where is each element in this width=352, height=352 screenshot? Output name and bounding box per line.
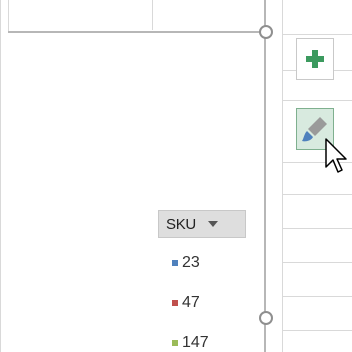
grid-line — [282, 100, 352, 101]
grid-line — [282, 34, 352, 35]
grid-line — [282, 228, 352, 229]
add-chart-element-button[interactable] — [296, 38, 334, 80]
legend-item[interactable]: 147 — [172, 334, 209, 352]
legend-label: 23 — [182, 254, 200, 271]
plus-icon — [306, 50, 324, 68]
resize-handle-top-right[interactable] — [259, 25, 273, 39]
grid-line — [282, 194, 352, 195]
grid-line — [282, 296, 352, 297]
dropdown-arrow-icon — [207, 221, 218, 227]
pointer-cursor-icon — [325, 138, 347, 173]
legend-item[interactable]: 23 — [172, 254, 200, 272]
legend-label: 147 — [182, 334, 209, 351]
chart-area[interactable] — [0, 0, 266, 352]
chart-top-border — [8, 31, 266, 33]
grid-line — [282, 330, 352, 331]
legend-item[interactable]: 47 — [172, 294, 200, 312]
resize-handle-right-middle[interactable] — [259, 311, 273, 325]
grid-line — [282, 0, 283, 352]
legend-swatch-icon — [172, 260, 178, 266]
legend-swatch-icon — [172, 300, 178, 306]
legend-label: 47 — [182, 294, 200, 311]
sku-field-label: SKU — [166, 215, 196, 233]
legend-swatch-icon — [172, 340, 178, 346]
sku-field-button[interactable]: SKU — [158, 210, 246, 238]
grid-line — [282, 262, 352, 263]
